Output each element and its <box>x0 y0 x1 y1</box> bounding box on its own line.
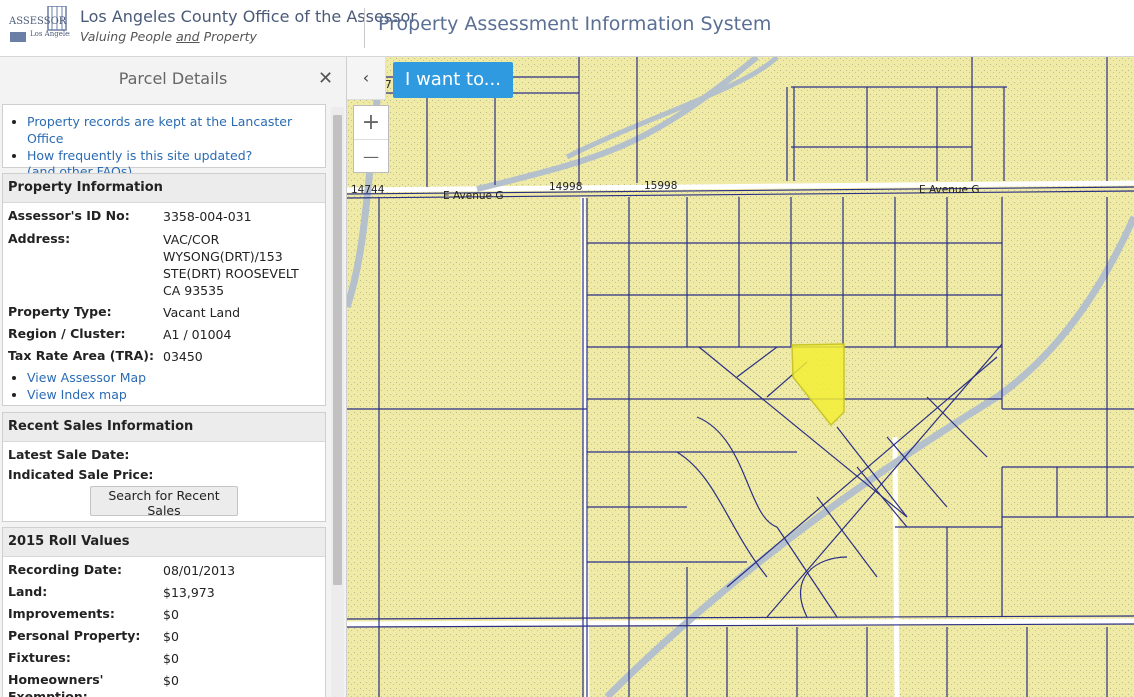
header-divider <box>364 8 365 48</box>
property-information-box: Property Information Assessor's ID No: 3… <box>2 173 326 406</box>
logo-sub: Los Angeles County <box>30 30 70 38</box>
parcel-details-panel: Parcel Details ✕ Property records are ke… <box>0 57 347 697</box>
property-information-header: Property Information <box>3 174 325 203</box>
tagline-part-b: Property <box>199 29 257 44</box>
address-line-3: STE(DRT) ROOSEVELT <box>163 266 299 281</box>
view-index-map-link[interactable]: View Index map <box>27 387 127 402</box>
improvements-label: Improvements: <box>8 606 115 621</box>
property-type-value: Vacant Land <box>163 305 241 320</box>
map-terrain <box>347 57 1134 697</box>
tagline-part-a: Valuing People <box>80 29 177 44</box>
scrollbar-thumb[interactable] <box>333 115 342 585</box>
homeowners-label: Homeowners' <box>8 672 104 687</box>
ain-value: 3358-004-031 <box>163 209 252 224</box>
logo-word: ASSESSOR <box>8 16 67 27</box>
land-label: Land: <box>8 584 48 599</box>
homeowners-value: $0 <box>163 673 179 688</box>
fixtures-value: $0 <box>163 651 179 666</box>
indicated-sale-price-label: Indicated Sale Price: <box>8 467 154 482</box>
assessor-logo[interactable]: ASSESSOR Los Angeles County <box>8 5 100 48</box>
search-recent-sales-button[interactable]: Search for Recent Sales <box>90 486 238 518</box>
tagline-and: and <box>176 29 200 44</box>
panel-scrollbar[interactable] <box>331 107 344 697</box>
recording-date-label: Recording Date: <box>8 562 122 577</box>
org-tagline: Valuing People and Property <box>80 29 257 44</box>
i-want-to-button[interactable]: I want to... <box>393 62 513 98</box>
recent-sales-header: Recent Sales Information <box>3 413 325 442</box>
recording-date-value: 08/01/2013 <box>163 563 236 578</box>
zoom-control: + — <box>353 105 389 173</box>
site-updated-link[interactable]: How frequently is this site updated? <box>27 148 252 163</box>
lancaster-office-link[interactable]: Property records are kept at the Lancast… <box>27 114 292 146</box>
map-canvas <box>347 57 1134 697</box>
fixtures-label: Fixtures: <box>8 650 71 665</box>
address-line-1: VAC/COR <box>163 232 220 247</box>
org-name: Los Angeles County Office of the Assesso… <box>80 7 417 26</box>
improvements-value: $0 <box>163 607 179 622</box>
panel-title: Parcel Details <box>118 69 228 88</box>
region-value: A1 / 01004 <box>163 327 232 342</box>
latest-sale-date-label: Latest Sale Date: <box>8 447 130 462</box>
app-title: Property Assessment Information System <box>378 13 772 35</box>
close-icon[interactable]: ✕ <box>318 68 333 89</box>
tra-label: Tax Rate Area (TRA): <box>8 348 154 363</box>
street-label-left: E Avenue G <box>443 190 504 202</box>
view-assessor-map-link[interactable]: View Assessor Map <box>27 370 146 385</box>
exemption-label: Exemption: <box>8 689 88 697</box>
app-header: ASSESSOR Los Angeles County Los Angeles … <box>0 0 1134 57</box>
recent-sales-box: Recent Sales Information Latest Sale Dat… <box>2 412 326 522</box>
address-label: Address: <box>8 231 71 246</box>
region-label: Region / Cluster: <box>8 326 126 341</box>
address-line-4: CA 93535 <box>163 283 225 298</box>
personal-property-value: $0 <box>163 629 179 644</box>
address-label-3: 15998 <box>644 180 678 192</box>
roll-values-box: 2015 Roll Values Recording Date: 08/01/2… <box>2 527 326 697</box>
land-value: $13,973 <box>163 585 215 600</box>
zoom-in-button[interactable]: + <box>354 106 388 139</box>
address-label-1: 14744 <box>351 184 385 196</box>
parcel-map[interactable]: 14744 14998 15998 E Avenue G E Avenue G … <box>347 57 1134 697</box>
roll-values-header: 2015 Roll Values <box>3 528 325 557</box>
personal-property-label: Personal Property: <box>8 628 141 643</box>
map-top-label: 7 <box>385 79 392 91</box>
street-label-right: E Avenue G <box>919 184 980 196</box>
zoom-out-button[interactable]: — <box>354 139 388 173</box>
info-links-box: Property records are kept at the Lancast… <box>2 104 326 179</box>
address-label-2: 14998 <box>549 181 583 193</box>
tra-value: 03450 <box>163 349 203 364</box>
address-line-2: WYSONG(DRT)/153 <box>163 249 283 264</box>
ain-label: Assessor's ID No: <box>8 208 130 223</box>
property-type-label: Property Type: <box>8 304 112 319</box>
collapse-panel-button[interactable]: ‹ <box>347 57 386 100</box>
